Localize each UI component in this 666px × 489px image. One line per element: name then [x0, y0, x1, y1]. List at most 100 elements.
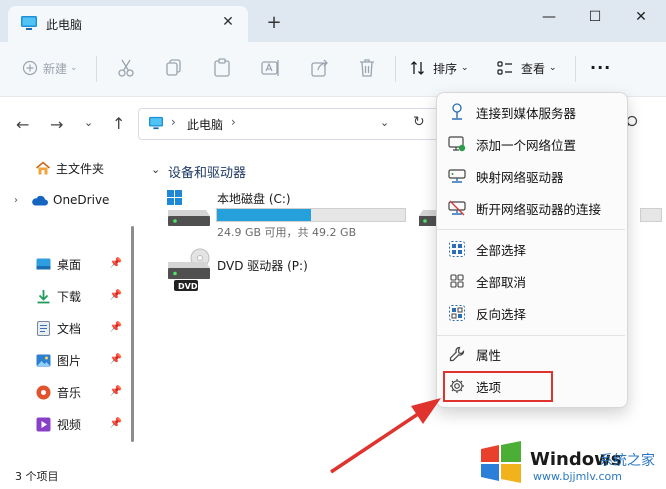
drive-c-name[interactable]: 本地磁盘 (C:) [217, 190, 291, 207]
new-button[interactable]: 新建 ⌄ [22, 56, 78, 80]
invert-selection-icon [446, 302, 468, 324]
address-bar[interactable] [138, 108, 440, 140]
recent-locations-chevron-icon[interactable]: ⌄ [84, 116, 93, 129]
sidebar-item-label: 视频 [57, 417, 82, 432]
menu-item-label: 全部选择 [476, 242, 527, 258]
menu-divider [437, 335, 625, 336]
navigation-scrollbar[interactable] [131, 226, 134, 442]
address-dropdown-icon[interactable]: ⌄ [380, 116, 389, 129]
menu-item-label: 映射网络驱动器 [476, 169, 564, 185]
minimize-button[interactable]: — [534, 6, 564, 28]
sort-icon [410, 60, 426, 76]
share-icon[interactable] [310, 58, 330, 78]
menu-item-label: 反向选择 [476, 306, 527, 322]
menu-item-map-network-drive[interactable]: 映射网络驱动器 [440, 162, 622, 190]
chevron-down-icon: ⌄ [70, 63, 78, 73]
wrench-icon [446, 343, 468, 365]
sidebar-item-pictures[interactable]: 图片 📌 [0, 346, 128, 374]
drive-partial-icon[interactable] [419, 208, 437, 228]
download-icon [36, 289, 51, 304]
pin-icon: 📌 [109, 322, 122, 333]
menu-item-label: 连接到媒体服务器 [476, 105, 577, 121]
copy-icon[interactable] [165, 58, 183, 78]
monitor-icon [148, 116, 164, 130]
pin-icon: 📌 [109, 354, 122, 365]
refresh-icon[interactable]: ↻ [413, 114, 425, 130]
tab-title: 此电脑 [46, 18, 83, 32]
sidebar-item-downloads[interactable]: 下载 📌 [0, 282, 128, 310]
breadcrumb-chevron-icon: › [171, 115, 176, 129]
media-server-icon [446, 101, 468, 123]
plus-circle-icon [22, 60, 38, 76]
watermark-site-name: 系统之家 [599, 453, 655, 469]
up-arrow-icon[interactable]: ↑ [112, 114, 125, 133]
select-all-icon [446, 238, 468, 260]
desktop-icon [36, 258, 51, 270]
disconnect-drive-icon [446, 197, 468, 219]
rename-icon[interactable] [261, 58, 281, 78]
delete-icon[interactable] [358, 58, 376, 78]
toolbar-divider [395, 56, 396, 82]
forward-arrow-icon[interactable]: → [50, 115, 63, 134]
sidebar-item-onedrive[interactable]: › OneDrive [0, 186, 128, 214]
windows-logo-icon [479, 441, 523, 483]
sort-label: 排序 [433, 61, 458, 76]
sidebar-item-desktop[interactable]: 桌面 📌 [0, 250, 128, 278]
video-icon [36, 417, 51, 432]
chevron-down-icon: ⌄ [461, 63, 469, 73]
back-arrow-icon[interactable]: ← [16, 115, 29, 134]
sidebar-item-music[interactable]: 音乐 📌 [0, 378, 128, 406]
cut-icon[interactable] [117, 58, 135, 78]
annotation-arrow [325, 392, 445, 476]
drive-c-usage-fill [217, 209, 311, 221]
sidebar-item-label: 音乐 [57, 385, 82, 400]
menu-item-disconnect-network-drive[interactable]: 断开网络驱动器的连接 [440, 194, 622, 222]
document-icon [37, 320, 50, 336]
sidebar-item-label: 桌面 [57, 257, 82, 272]
more-options-button[interactable]: ··· [590, 58, 611, 77]
watermark-url: www.bjjmlv.com [533, 470, 622, 483]
sidebar-item-videos[interactable]: 视频 📌 [0, 410, 128, 438]
group-collapse-chevron-icon[interactable]: ⌄ [151, 163, 160, 176]
sort-button[interactable]: 排序 ⌄ [410, 56, 469, 80]
sidebar-item-label: 下载 [57, 289, 82, 304]
maximize-button[interactable]: ☐ [580, 6, 610, 28]
tab-this-pc[interactable] [8, 6, 248, 42]
menu-item-select-all[interactable]: 全部选择 [440, 235, 622, 263]
paste-icon[interactable] [213, 58, 231, 78]
select-none-icon [446, 270, 468, 292]
close-button[interactable]: ✕ [626, 6, 656, 28]
item-count: 3 个项目 [15, 470, 59, 483]
drive-partial-usage-bar [640, 208, 662, 222]
menu-item-label: 全部取消 [476, 274, 527, 290]
menu-item-select-none[interactable]: 全部取消 [440, 267, 622, 295]
view-icon [497, 60, 513, 76]
sidebar-item-label: 主文件夹 [56, 161, 105, 176]
music-icon [36, 385, 51, 400]
breadcrumb-this-pc[interactable]: 此电脑 [187, 116, 223, 133]
menu-item-invert-selection[interactable]: 反向选择 [440, 299, 622, 327]
drive-c-icon[interactable] [166, 190, 212, 228]
home-icon [35, 161, 51, 176]
menu-item-label: 断开网络驱动器的连接 [476, 201, 602, 217]
view-button[interactable]: 查看 ⌄ [497, 56, 557, 80]
menu-item-add-network-location[interactable]: 添加一个网络位置 [440, 130, 622, 158]
tab-close-button[interactable]: ✕ [220, 14, 236, 30]
breadcrumb-chevron-icon[interactable]: › [231, 115, 236, 129]
expand-chevron-icon[interactable]: › [14, 195, 18, 206]
map-drive-icon [446, 165, 468, 187]
sidebar-item-label: 图片 [57, 353, 82, 368]
command-bar [0, 42, 666, 97]
menu-item-connect-media-server[interactable]: 连接到媒体服务器 [440, 98, 622, 126]
sidebar-item-home[interactable]: 主文件夹 [0, 154, 128, 182]
sidebar-item-documents[interactable]: 文档 📌 [0, 314, 128, 342]
menu-item-label: 添加一个网络位置 [476, 137, 577, 153]
pin-icon: 📌 [109, 386, 122, 397]
drive-c-space-info: 24.9 GB 可用，共 49.2 GB [217, 226, 357, 239]
new-tab-button[interactable]: + [264, 13, 284, 33]
drive-dvd-name[interactable]: DVD 驱动器 (P:) [217, 257, 308, 274]
toolbar-divider [575, 56, 576, 82]
toolbar-divider [96, 56, 97, 82]
view-label: 查看 [521, 61, 546, 76]
menu-item-properties[interactable]: 属性 [440, 340, 622, 368]
